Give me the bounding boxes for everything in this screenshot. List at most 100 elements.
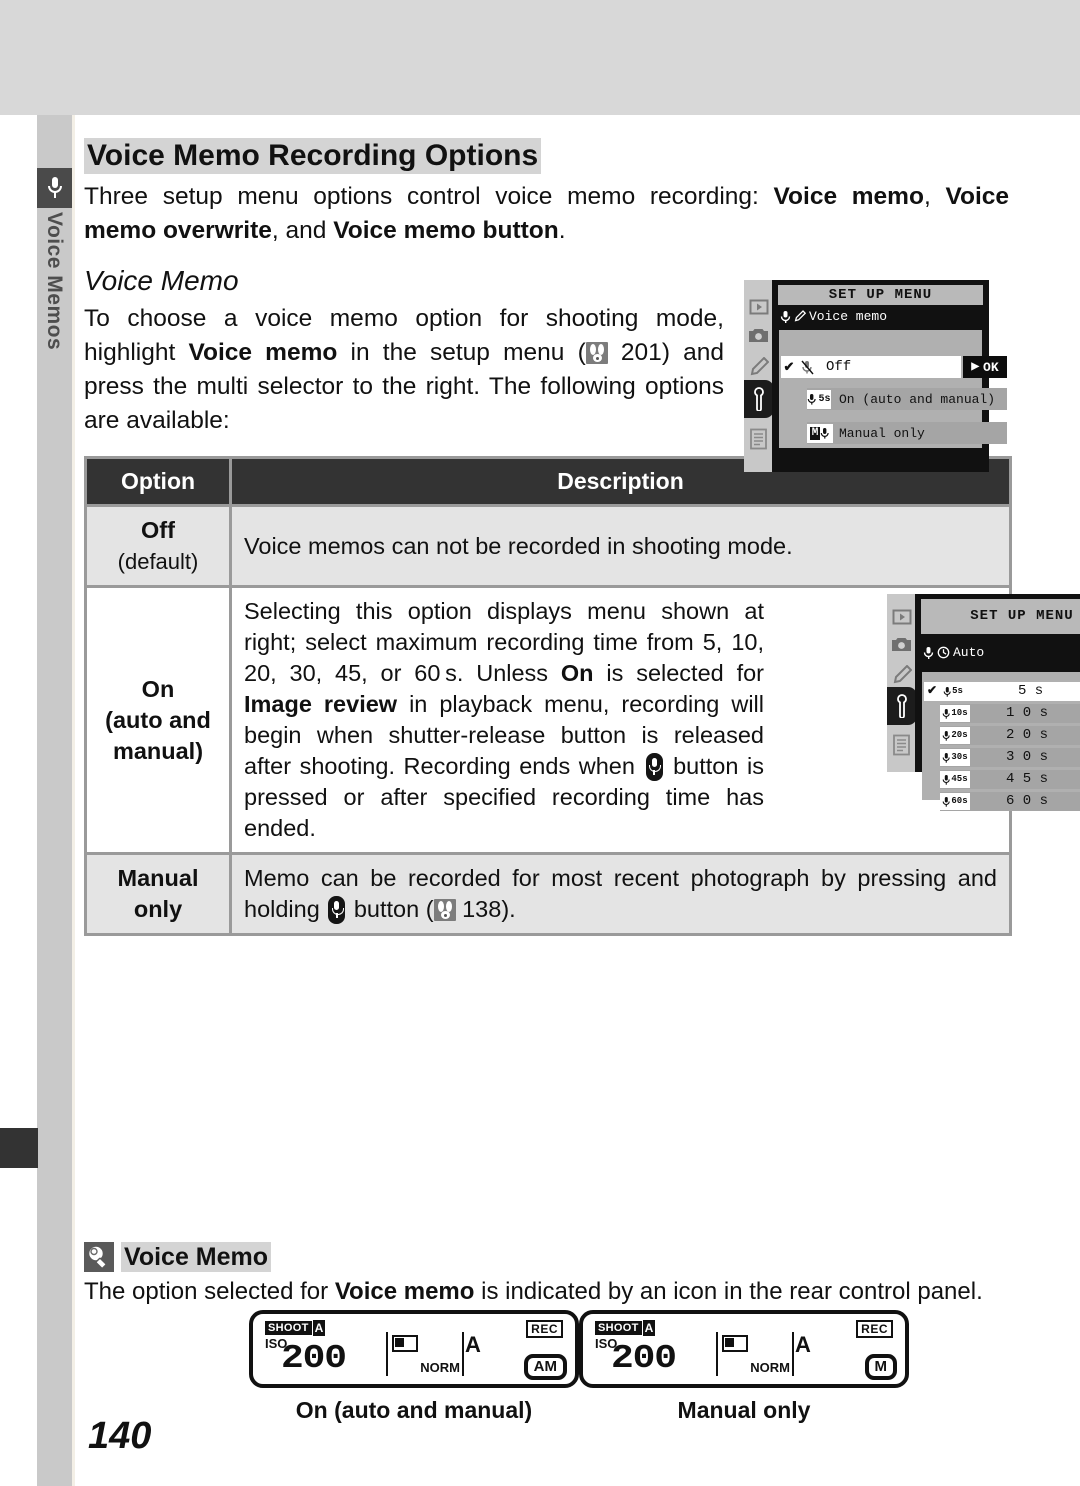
- ok-button[interactable]: ▶ OK: [963, 356, 1007, 378]
- check-icon: ✔: [926, 684, 938, 698]
- page-number: 140: [88, 1415, 152, 1457]
- wrench-icon[interactable]: [887, 687, 917, 725]
- chapter-tab-text: Voice Memos: [43, 212, 66, 351]
- play-icon[interactable]: [891, 606, 912, 627]
- image-quality-box: NORM: [386, 1332, 464, 1376]
- mic-button-icon: [645, 753, 663, 781]
- option-description-manual: Memo can be recorded for most recent pho…: [232, 855, 1009, 933]
- description-text: Voice memos can not be recorded in shoot…: [244, 532, 793, 559]
- option-sublabel: only: [133, 896, 183, 922]
- menu-row-60s[interactable]: 60s 6 0 s: [940, 792, 1080, 811]
- menu-side-tabs: [744, 280, 774, 472]
- mic-5s-badge: 5s: [807, 389, 831, 409]
- option-name-off: Off (default): [87, 507, 229, 585]
- exposure-mode: A: [795, 1332, 811, 1357]
- ok-label: OK: [983, 359, 999, 375]
- badge-text: M: [809, 426, 821, 440]
- rec-indicator: REC: [856, 1320, 893, 1338]
- menu-title: SET UP MENU: [921, 599, 1080, 634]
- shoot-mode: A: [642, 1320, 656, 1336]
- option-sublabel: (auto and manual): [105, 706, 211, 764]
- menu-row-off[interactable]: ✔ Off: [781, 356, 961, 378]
- tip-header: Voice Memo: [84, 1242, 1012, 1272]
- body-text-2: in the setup menu (: [337, 339, 586, 366]
- mic-time-badge: 60s: [940, 793, 970, 810]
- shoot-indicator: SHOOT A: [265, 1320, 326, 1336]
- menu-subtitle-row: Auto: [915, 634, 1080, 671]
- image-quality-box: NORM: [716, 1332, 794, 1376]
- menu-screen: SET UP MENU Auto ✔ 5s 5 s 10s 1 0 s 20s …: [915, 594, 1080, 811]
- body-bold-1: Voice memo: [188, 339, 338, 366]
- description-bold-1: On: [560, 660, 594, 686]
- chapter-tab: Voice Memos: [37, 168, 72, 400]
- menu-row-on[interactable]: 5s On (auto and manual): [807, 388, 1007, 410]
- page-edge-marker: [0, 1128, 38, 1168]
- pencil-icon[interactable]: [891, 664, 912, 685]
- ok-arrow-icon: ▶: [971, 362, 980, 373]
- microphone-icon: [37, 168, 72, 208]
- menu-subtitle: Auto: [953, 645, 985, 660]
- option-name-on: On (auto and manual): [87, 588, 229, 852]
- intro-text-2: ,: [923, 183, 946, 210]
- body-paragraph: To choose a voice memo option for shooti…: [84, 302, 724, 438]
- screenshot-voice-memo-menu: SET UP MENU Voice memo ✔ Off ▶ OK 5s On …: [744, 280, 1007, 472]
- intro-text-4: .: [558, 217, 566, 244]
- image-size-icon: [722, 1335, 748, 1352]
- subsection-body: To choose a voice memo option for shooti…: [84, 280, 1012, 472]
- description-text-3: ).: [501, 896, 516, 922]
- option-label: Off: [141, 517, 175, 543]
- tip-bold-1: Voice memo: [334, 1278, 475, 1305]
- option-description-on: Selecting this option displays menu show…: [232, 588, 1080, 852]
- rec-indicator: REC: [526, 1320, 563, 1338]
- voice-memo-indicator: AM: [523, 1354, 567, 1380]
- image-quality-label: NORM: [420, 1360, 460, 1375]
- shoot-mode: A: [312, 1320, 326, 1336]
- menu-subtitle: Voice memo: [809, 309, 888, 324]
- body-reference-page: 201: [620, 339, 662, 366]
- option-sublabel: (default): [117, 549, 199, 574]
- image-size-icon: [392, 1335, 418, 1352]
- menu-row-label: On (auto and manual): [839, 391, 996, 407]
- tip-text-1: The option selected for: [84, 1278, 335, 1305]
- list-icon[interactable]: [891, 734, 912, 755]
- description-bold-2: Image review: [244, 691, 398, 717]
- clock-icon: [937, 646, 950, 659]
- option-description-off: Voice memos can not be recorded in shoot…: [232, 507, 1009, 585]
- description-text-2: button (: [347, 896, 434, 922]
- iso-value: 200: [281, 1340, 347, 1377]
- shoot-label: SHOOT: [265, 1321, 312, 1335]
- wrench-icon[interactable]: [744, 380, 774, 418]
- reference-icon: [585, 342, 608, 364]
- manual-mic-badge: M: [807, 423, 833, 443]
- lcd-caption: On (auto and manual): [295, 1397, 533, 1423]
- menu-subtitle-row: Voice memo: [772, 305, 989, 328]
- list-icon[interactable]: [748, 428, 769, 449]
- menu-row-5s[interactable]: ✔ 5s 5 s: [924, 682, 1080, 701]
- magnifier-icon: [84, 1242, 114, 1272]
- pencil-icon: [794, 310, 806, 322]
- description-reference-page: 138: [462, 896, 502, 922]
- camera-icon[interactable]: [891, 634, 912, 655]
- camera-icon[interactable]: [748, 325, 769, 346]
- option-label: Manual: [117, 865, 199, 891]
- lcd-panel-manual-only: SHOOT A ISO 200 NORM A REC M Manual only: [579, 1310, 909, 1424]
- pencil-icon[interactable]: [748, 356, 769, 377]
- menu-screen: SET UP MENU Voice memo ✔ Off ▶ OK 5s On …: [772, 280, 1007, 472]
- tip-title: Voice Memo: [121, 1242, 272, 1272]
- tip-section: Voice Memo The option selected for Voice…: [84, 1242, 1012, 1308]
- check-icon: ✔: [783, 359, 795, 375]
- rear-control-panel: SHOOT A ISO 200 NORM A REC M: [579, 1310, 909, 1388]
- tip-body: The option selected for Voice memo is in…: [84, 1275, 1012, 1308]
- play-icon[interactable]: [748, 296, 769, 317]
- intro-bold-3: Voice memo button: [333, 217, 559, 244]
- description-text-2: is selected for: [593, 660, 764, 686]
- chapter-tab-label: Voice Memos: [37, 208, 72, 400]
- menu-row-manual[interactable]: M Manual only: [807, 422, 1007, 444]
- option-label: On: [141, 675, 175, 702]
- intro-text-1: Three setup menu options control voice m…: [84, 183, 774, 210]
- exposure-mode: A: [465, 1332, 481, 1357]
- mic-icon: [780, 310, 791, 323]
- voice-memo-indicator: M: [864, 1354, 897, 1380]
- intro-paragraph: Three setup menu options control voice m…: [84, 180, 1009, 248]
- badge-text: 60s: [951, 796, 968, 806]
